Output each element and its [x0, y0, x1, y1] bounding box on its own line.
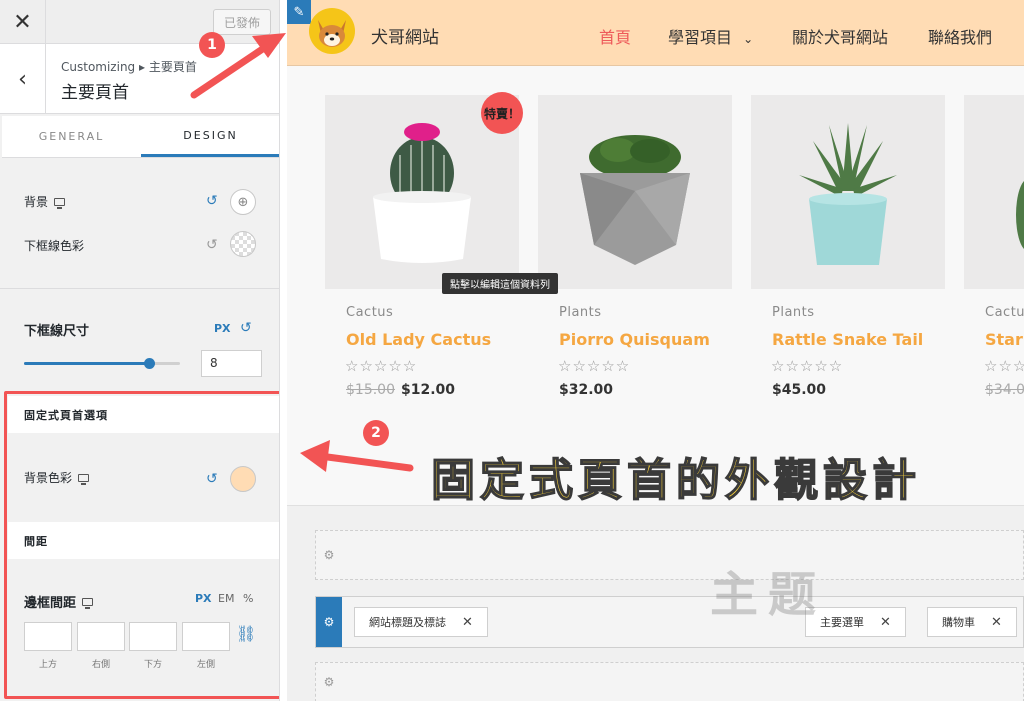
customizer-panel: ✕ 已發佈 ‹ Customizing ▸ 主要頁首 主要頁首 GENERAL …	[0, 0, 280, 701]
product-name[interactable]: Old Lady Cactus	[346, 330, 491, 349]
border-size-input[interactable]: 8	[201, 350, 262, 377]
builder-row-bottom[interactable]: ⚙	[315, 662, 1024, 701]
pencil-icon[interactable]: ✎	[287, 0, 311, 24]
annotation-caption: 固定式頁首的外觀設計	[430, 454, 921, 507]
builder-row-main[interactable]: ⚙ 網站標題及標誌 ✕ 主要選單 ✕ 購物車 ✕	[315, 596, 1024, 648]
reset-icon[interactable]: ↺	[206, 193, 218, 209]
breadcrumb-area: ‹ Customizing ▸ 主要頁首 主要頁首	[0, 44, 279, 114]
product-price: $15.00 $12.00	[346, 382, 455, 398]
product-image[interactable]	[751, 95, 945, 289]
background-globe-swatch[interactable]: ⊕	[230, 189, 256, 215]
product-card[interactable]: Cactu Star ☆☆☆☆☆ $34.0	[964, 95, 1024, 407]
step-badge-2: 2	[363, 420, 389, 446]
highlight-box	[4, 391, 279, 699]
product-card[interactable]: Plants Rattle Snake Tail ☆☆☆☆☆ $45.00	[751, 95, 945, 407]
nav-about[interactable]: 關於犬哥網站	[792, 24, 888, 48]
product-image[interactable]	[964, 95, 1024, 289]
background-label: 背景	[24, 193, 66, 210]
desktop-icon[interactable]	[54, 197, 66, 209]
builder-row-top[interactable]: ⚙	[315, 530, 1024, 580]
watermark: 主题	[710, 567, 827, 623]
border-size-label: 下框線尺寸	[24, 324, 90, 339]
back-chevron-icon[interactable]: ‹	[0, 44, 46, 114]
product-price: $32.00	[559, 382, 614, 398]
reset-icon[interactable]: ↺	[206, 237, 218, 253]
step-badge-1: 1	[199, 32, 225, 58]
builder-chip-site-title[interactable]: 網站標題及標誌 ✕	[354, 607, 488, 637]
product-image[interactable]	[538, 95, 732, 289]
dog-logo-icon	[318, 20, 346, 47]
gear-icon[interactable]: ⚙	[316, 597, 342, 647]
current-price: $12.00	[401, 382, 456, 398]
gear-icon[interactable]: ⚙	[316, 531, 342, 579]
publish-button[interactable]: 已發佈	[213, 9, 271, 35]
customizer-topbar: ✕ 已發佈	[0, 0, 279, 44]
globe-icon: ⊕	[237, 194, 249, 210]
rating-stars: ☆☆☆☆☆	[771, 357, 844, 375]
close-icon[interactable]: ✕	[991, 615, 1002, 630]
tab-design[interactable]: DESIGN	[141, 116, 279, 157]
product-category[interactable]: Plants	[772, 305, 815, 320]
product-name[interactable]: Rattle Snake Tail	[772, 330, 923, 349]
border-color-swatch[interactable]	[230, 231, 256, 257]
site-preview: ✎ 犬哥網站 首頁 學習項目 ⌄ 關於犬哥網站 聯絡我們 特賣！ Cactus …	[287, 0, 1024, 701]
rating-stars: ☆☆☆☆☆	[345, 357, 418, 375]
nav-learning[interactable]: 學習項目 ⌄	[668, 24, 753, 48]
nav-contact[interactable]: 聯絡我們	[928, 24, 992, 48]
section-title: 主要頁首	[61, 83, 129, 103]
divider	[0, 288, 279, 289]
site-logo[interactable]	[309, 8, 355, 54]
gear-icon[interactable]: ⚙	[316, 663, 342, 701]
site-title[interactable]: 犬哥網站	[371, 23, 439, 48]
builder-chip-cart[interactable]: 購物車 ✕	[927, 607, 1017, 637]
product-name[interactable]: Piorro Quisquam	[559, 330, 710, 349]
succulent-image	[799, 123, 897, 265]
product-name[interactable]: Star	[985, 330, 1023, 349]
product-card[interactable]: 特賣！ Cactus Old Lady Cactus ☆☆☆☆☆ $15.00 $…	[325, 92, 523, 407]
product-category[interactable]: Cactus	[346, 305, 393, 320]
site-header[interactable]: ✎ 犬哥網站 首頁 學習項目 ⌄ 關於犬哥網站 聯絡我們	[287, 0, 1024, 66]
product-price: $45.00	[772, 382, 827, 398]
product-category[interactable]: Cactu	[985, 305, 1024, 320]
moss-planter-image	[580, 135, 690, 265]
border-color-label: 下框線色彩	[24, 239, 85, 253]
close-icon[interactable]: ✕	[0, 0, 46, 44]
sale-badge: 特賣！	[481, 92, 523, 134]
reset-icon[interactable]: ↺	[240, 320, 252, 336]
tab-general[interactable]: GENERAL	[2, 116, 141, 157]
old-price: $34.0	[985, 382, 1024, 398]
rating-stars: ☆☆☆☆☆	[558, 357, 631, 375]
slider-thumb[interactable]	[143, 358, 155, 369]
close-icon[interactable]: ✕	[462, 615, 473, 630]
product-price: $34.0	[985, 382, 1024, 398]
slider-fill	[24, 362, 149, 365]
edit-row-tooltip: 點擊以編輯這個資料列	[442, 273, 558, 294]
unit-px[interactable]: PX	[214, 322, 231, 335]
product-card[interactable]: Plants Piorro Quisquam ☆☆☆☆☆ $32.00	[538, 95, 732, 407]
product-category[interactable]: Plants	[559, 305, 602, 320]
plant-image	[1016, 181, 1024, 249]
breadcrumb: Customizing ▸ 主要頁首	[61, 60, 197, 74]
close-icon[interactable]: ✕	[880, 615, 891, 630]
nav-home[interactable]: 首頁	[599, 24, 631, 48]
panel-tabs: GENERAL DESIGN	[2, 116, 279, 158]
old-price: $15.00	[346, 382, 395, 398]
rating-stars: ☆☆☆☆☆	[984, 357, 1024, 375]
header-builder: ⚙ ⚙ 網站標題及標誌 ✕ 主要選單 ✕ 購物車 ✕ ⚙	[287, 505, 1024, 701]
border-size-slider[interactable]	[24, 358, 180, 369]
chevron-down-icon: ⌄	[743, 32, 754, 46]
